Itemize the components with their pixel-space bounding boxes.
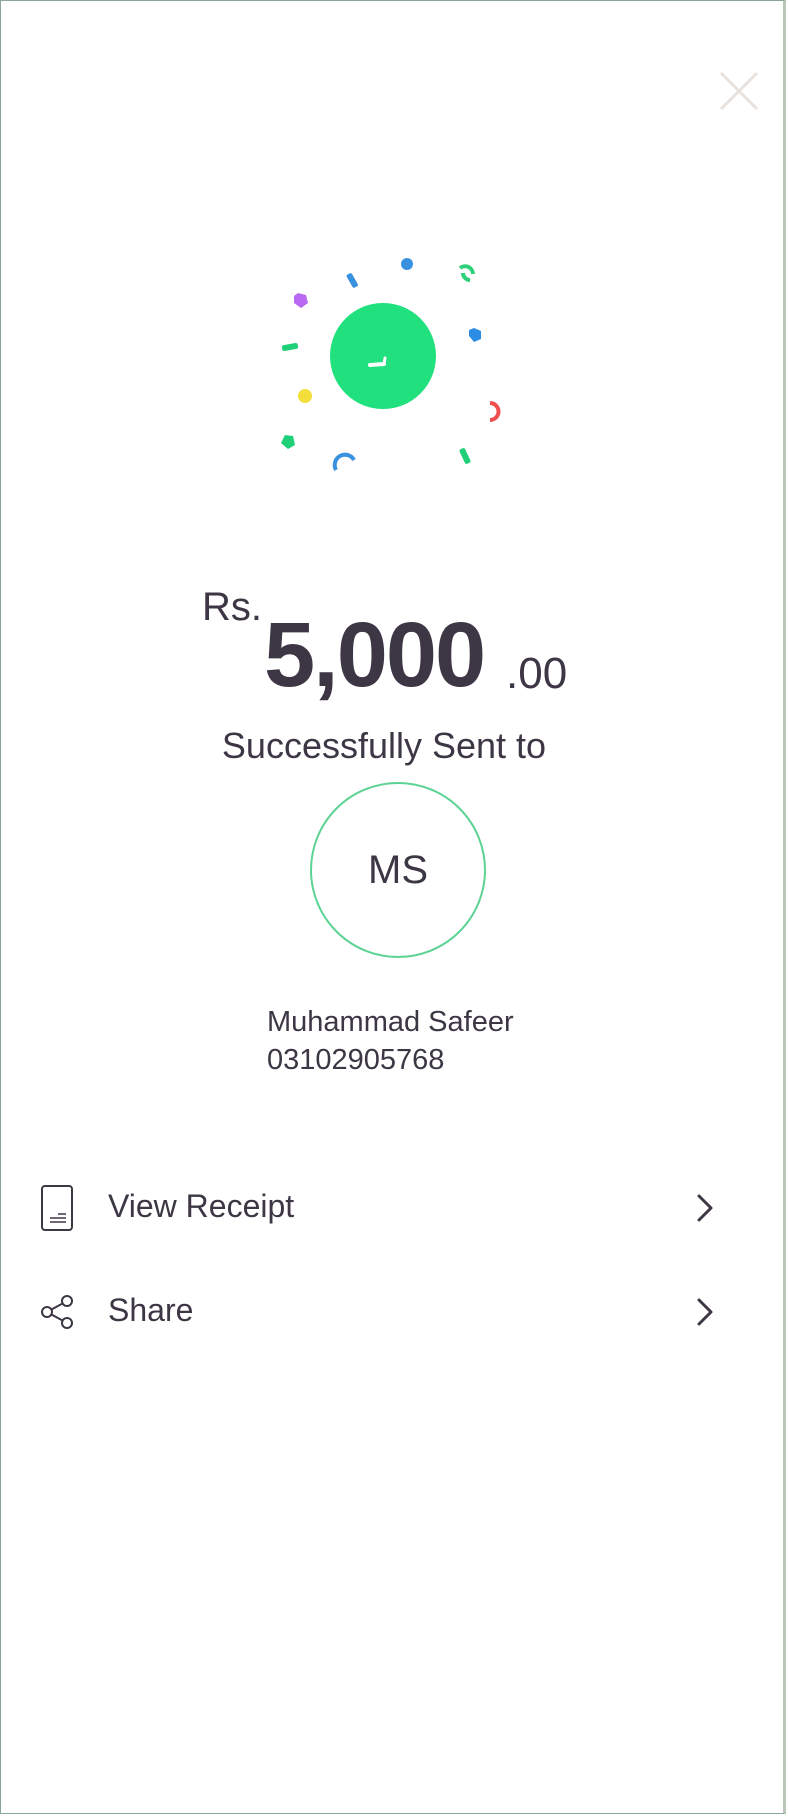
status-text: Successfully Sent to xyxy=(221,725,547,766)
amount-decimal: .00 xyxy=(506,649,568,698)
share-row[interactable]: Share xyxy=(0,1266,768,1356)
avatar-initials: MS xyxy=(368,847,428,892)
success-illustration xyxy=(270,250,510,490)
view-receipt-label: View Receipt xyxy=(108,1188,295,1224)
close-icon xyxy=(719,71,759,111)
share-icon xyxy=(38,1288,78,1336)
amount-whole: 5,000 xyxy=(264,604,486,706)
success-check-icon xyxy=(281,258,501,471)
recipient-name: Muhammad Safeer xyxy=(267,1006,514,1038)
receipt-icon xyxy=(38,1184,78,1232)
share-label: Share xyxy=(108,1292,194,1328)
recipient-avatar: MS xyxy=(310,782,486,958)
amount-display: Rs. 5,000 .00 xyxy=(0,585,788,706)
recipient-phone: 03102905768 xyxy=(267,1044,445,1076)
view-receipt-row[interactable]: View Receipt xyxy=(0,1162,768,1252)
chevron-right-icon xyxy=(692,1190,718,1226)
close-button[interactable] xyxy=(718,70,760,112)
amount-currency: Rs. xyxy=(202,585,262,629)
chevron-right-icon xyxy=(692,1294,718,1330)
